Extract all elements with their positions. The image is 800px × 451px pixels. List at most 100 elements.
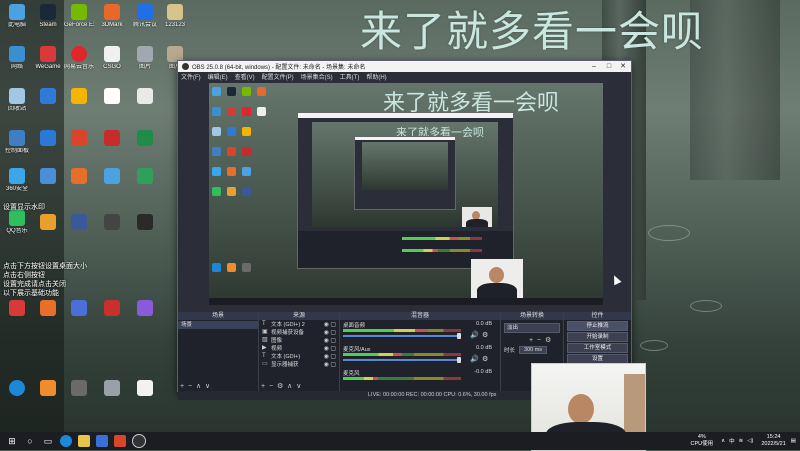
- menu-edit[interactable]: 编辑(E): [208, 72, 228, 81]
- windows-start-icon[interactable]: ⊞: [6, 435, 18, 447]
- source-item[interactable]: ▭ 显示器捕获 ◉ ▢: [259, 360, 339, 368]
- desktop-icon-recycle-bin[interactable]: 回收站: [2, 88, 32, 113]
- desktop-icon-wegame[interactable]: WeGame: [33, 46, 63, 71]
- obs-window[interactable]: OBS 25.0.8 (64-bit, windows) - 配置文件: 未命名…: [177, 60, 632, 400]
- eye-icon[interactable]: ◉: [324, 353, 329, 360]
- desktop-icon-geforce[interactable]: GeForce Experience: [64, 4, 94, 29]
- menu-view[interactable]: 查看(V): [235, 72, 255, 81]
- lock-icon[interactable]: ▢: [330, 329, 336, 336]
- transition-select[interactable]: 淡出: [504, 323, 560, 333]
- speaker-icon[interactable]: 🔊: [470, 355, 479, 363]
- eye-icon[interactable]: ◉: [324, 345, 329, 352]
- clock[interactable]: 15:24 2022/5/21: [761, 434, 785, 448]
- remove-transition-icon[interactable]: −: [535, 337, 541, 344]
- desktop-icon-app[interactable]: [97, 380, 127, 398]
- add-transition-icon[interactable]: +: [529, 337, 533, 344]
- desktop-icon-app[interactable]: [64, 300, 94, 318]
- chevron-up-icon[interactable]: ∧: [721, 438, 725, 444]
- desktop-icon-app[interactable]: [64, 214, 94, 232]
- start-recording-button[interactable]: 开始录制: [567, 332, 628, 342]
- menu-tools[interactable]: 工具(T): [340, 72, 360, 81]
- lock-icon[interactable]: ▢: [330, 361, 336, 368]
- source-item[interactable]: T 文本 (GDI+) ◉ ▢: [259, 352, 339, 360]
- desktop-icon-this-pc[interactable]: 此电脑: [2, 4, 32, 29]
- desktop-icon-app[interactable]: [97, 300, 127, 318]
- desktop-icon-steam[interactable]: Steam: [33, 4, 63, 29]
- eye-icon[interactable]: ◉: [324, 361, 329, 368]
- lock-icon[interactable]: ▢: [330, 345, 336, 352]
- desktop-icon-control-panel[interactable]: 控制面板: [2, 130, 32, 155]
- volume-slider[interactable]: [343, 333, 461, 339]
- stop-streaming-button[interactable]: 停止推流: [567, 321, 628, 331]
- obs-preview[interactable]: 来了就多看一会呗 来了就多看一会呗: [209, 83, 603, 305]
- gear-icon[interactable]: ⚙: [482, 355, 488, 363]
- move-down-icon[interactable]: ∨: [203, 383, 210, 390]
- desktop-icon-app[interactable]: [130, 300, 160, 318]
- desktop-icon-app[interactable]: [64, 88, 94, 106]
- desktop-icon-app[interactable]: [33, 168, 63, 186]
- duration-input[interactable]: 300 ms: [519, 346, 548, 354]
- add-source-icon[interactable]: +: [261, 383, 265, 390]
- desktop-icon-app[interactable]: [33, 88, 63, 106]
- desktop-icon-csgo[interactable]: CSGO: [97, 46, 127, 71]
- desktop-icon-app[interactable]: [64, 380, 94, 398]
- edge-icon[interactable]: [60, 435, 72, 447]
- desktop-icon-app[interactable]: [130, 130, 160, 148]
- move-up-icon[interactable]: ∧: [194, 383, 201, 390]
- speaker-icon[interactable]: 🔊: [470, 331, 479, 339]
- gear-icon[interactable]: ⚙: [275, 383, 283, 390]
- desktop-icon-360[interactable]: 360安全: [2, 168, 32, 193]
- menu-profile[interactable]: 配置文件(P): [262, 72, 294, 81]
- lock-icon[interactable]: ▢: [330, 353, 336, 360]
- desktop-icon-app[interactable]: [2, 380, 32, 398]
- volume-slider[interactable]: [343, 357, 461, 363]
- app-taskbar-icon[interactable]: [114, 435, 126, 447]
- desktop-icon-app[interactable]: [2, 300, 32, 318]
- move-down-icon[interactable]: ∨: [294, 383, 301, 390]
- desktop-icon-123123[interactable]: 123123: [160, 4, 190, 29]
- menu-help[interactable]: 帮助(H): [366, 72, 386, 81]
- ime-indicator[interactable]: 中: [729, 437, 735, 445]
- menu-file[interactable]: 文件(F): [181, 72, 201, 81]
- wifi-icon[interactable]: ≋: [739, 438, 744, 444]
- source-item[interactable]: T 文本 (GDI+) 2 ◉ ▢: [259, 320, 339, 328]
- remove-scene-icon[interactable]: −: [186, 383, 192, 390]
- source-item[interactable]: ▶ 视频 ◉ ▢: [259, 344, 339, 352]
- desktop-icon-network[interactable]: 网络: [2, 46, 32, 71]
- desktop-icon-app[interactable]: [97, 130, 127, 148]
- lock-icon[interactable]: ▢: [330, 321, 336, 328]
- eye-icon[interactable]: ◉: [324, 337, 329, 344]
- scene-item[interactable]: 场景: [178, 321, 258, 329]
- source-item[interactable]: ▧ 图像 ◉ ▢: [259, 336, 339, 344]
- obs-titlebar[interactable]: OBS 25.0.8 (64-bit, windows) - 配置文件: 未命名…: [178, 61, 631, 72]
- gear-icon[interactable]: ⚙: [482, 331, 488, 339]
- desktop-icon-netease[interactable]: 网易云音乐: [64, 46, 94, 71]
- desktop-icon-meeting[interactable]: 腾讯会议: [130, 4, 160, 29]
- desktop-icon-picture[interactable]: 图片: [130, 46, 160, 71]
- close-icon[interactable]: ✕: [616, 61, 630, 72]
- file-explorer-icon[interactable]: [78, 435, 90, 447]
- task-view-icon[interactable]: ▭: [42, 435, 54, 447]
- search-icon[interactable]: ○: [24, 435, 36, 447]
- studio-mode-button[interactable]: 工作室模式: [567, 343, 628, 353]
- minimize-icon[interactable]: –: [587, 61, 601, 72]
- store-icon[interactable]: [96, 435, 108, 447]
- desktop-icon-app[interactable]: [64, 168, 94, 186]
- menu-scene-collection[interactable]: 场景集合(S): [301, 72, 333, 81]
- desktop-icon-app[interactable]: [64, 130, 94, 148]
- desktop-icon-qqmusic[interactable]: QQ音乐: [2, 210, 32, 235]
- gear-icon[interactable]: ⚙: [543, 337, 551, 344]
- desktop-icon-app[interactable]: [33, 130, 63, 148]
- move-up-icon[interactable]: ∧: [285, 383, 292, 390]
- source-item[interactable]: ▣ 视频捕获设备 ◉ ▢: [259, 328, 339, 336]
- desktop-icon-app[interactable]: [33, 380, 63, 398]
- desktop-icon-app[interactable]: [130, 168, 160, 186]
- speaker-icon[interactable]: ◁): [747, 438, 753, 444]
- desktop-icon-app[interactable]: [130, 88, 160, 106]
- desktop-icon-app[interactable]: [130, 214, 160, 232]
- desktop-icon-3dmark[interactable]: 3DMark: [97, 4, 127, 29]
- desktop-icon-app[interactable]: [97, 168, 127, 186]
- desktop-icon-app[interactable]: [130, 380, 160, 398]
- notification-icon[interactable]: ▤: [791, 438, 796, 444]
- desktop-icon-app[interactable]: [33, 300, 63, 318]
